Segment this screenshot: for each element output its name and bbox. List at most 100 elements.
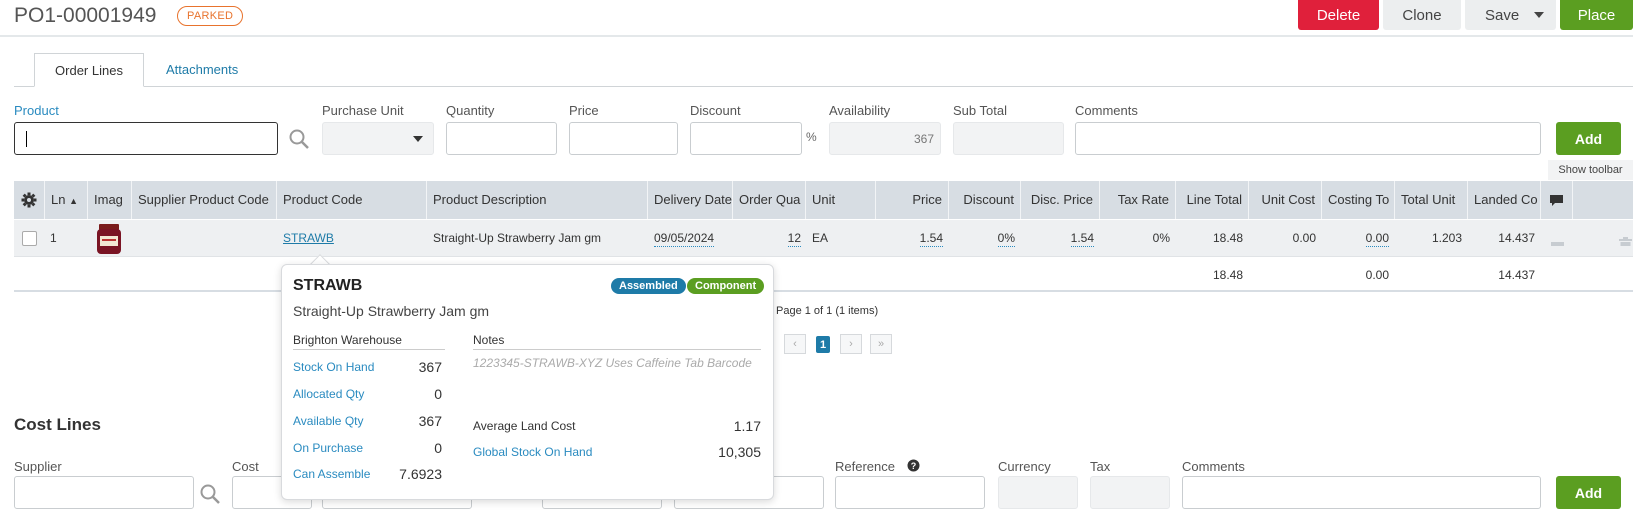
prev-page-button[interactable]: ‹ <box>784 334 806 354</box>
purchase-unit-label: Purchase Unit <box>322 103 404 118</box>
add-line-button[interactable]: Add <box>1556 122 1621 155</box>
product-code-link[interactable]: STRAWB <box>283 220 334 257</box>
availability-label: Availability <box>829 103 891 118</box>
save-label: Save <box>1485 6 1520 24</box>
col-image[interactable]: Imag <box>88 181 132 219</box>
row-unit: EA <box>812 231 829 245</box>
comment-icon <box>1550 194 1563 206</box>
chevron-down-icon <box>413 136 423 142</box>
col-comments[interactable] <box>1541 181 1573 219</box>
add-cost-line-button[interactable]: Add <box>1556 476 1621 509</box>
quantity-input[interactable] <box>446 122 557 155</box>
row-landed-cost: 14.437 <box>1498 231 1535 245</box>
show-toolbar-button[interactable]: Show toolbar <box>1548 160 1633 180</box>
col-costing-total[interactable]: Costing To <box>1322 181 1395 219</box>
col-unit[interactable]: Unit <box>806 181 876 219</box>
text-cursor <box>26 131 27 147</box>
allocated-qty-link[interactable]: Allocated Qty <box>293 387 364 401</box>
comments-input[interactable] <box>1075 122 1541 155</box>
next-page-button[interactable]: › <box>840 334 862 354</box>
delete-button[interactable]: Delete <box>1298 0 1379 30</box>
row-unit-cost: 0.00 <box>1292 231 1316 245</box>
supplier-input[interactable] <box>14 476 194 509</box>
discount-input[interactable] <box>690 122 802 155</box>
product-input[interactable] <box>14 122 278 155</box>
clone-button[interactable]: Clone <box>1383 0 1461 30</box>
col-disc-price[interactable]: Disc. Price <box>1021 181 1100 219</box>
global-stock-link[interactable]: Global Stock On Hand <box>473 445 592 459</box>
tab-attachments[interactable]: Attachments <box>166 62 238 77</box>
row-delivery-date[interactable]: 09/05/2024 <box>654 220 715 257</box>
col-line-total[interactable]: Line Total <box>1176 181 1249 219</box>
price-label: Price <box>569 103 599 118</box>
row-order-qty[interactable]: 12 <box>733 220 801 257</box>
totals-row: 18.48 0.00 14.437 <box>14 257 1633 292</box>
popover-description: Straight-Up Strawberry Jam gm <box>293 303 490 319</box>
col-supplier-product-code[interactable]: Supplier Product Code <box>132 181 277 219</box>
can-assemble-value: 7.6923 <box>399 466 442 482</box>
current-page[interactable]: 1 <box>816 336 830 353</box>
percent-suffix: % <box>806 130 817 144</box>
status-badge: PARKED <box>177 6 244 26</box>
last-page-button[interactable]: » <box>870 334 892 354</box>
place-button[interactable]: Place <box>1560 0 1633 30</box>
col-landed-cost[interactable]: Landed Co <box>1468 181 1541 219</box>
comment-icon[interactable] <box>1550 232 1566 246</box>
save-button[interactable]: Save <box>1465 0 1556 30</box>
row-disc-price[interactable]: 1.54 <box>1021 220 1094 257</box>
delivery-date-text: 09/05/2024 <box>654 231 715 247</box>
col-discount[interactable]: Discount <box>949 181 1021 219</box>
search-icon[interactable] <box>199 483 221 505</box>
product-thumbnail[interactable] <box>93 222 125 256</box>
total-costing-total: 0.00 <box>1365 268 1389 282</box>
double-chevron-right-icon: » <box>877 338 885 350</box>
row-ln: 1 <box>50 231 57 245</box>
row-price[interactable]: 1.54 <box>876 220 943 257</box>
warehouse-divider <box>293 349 445 350</box>
help-icon[interactable]: ? <box>907 459 920 472</box>
can-assemble-link[interactable]: Can Assemble <box>293 467 370 481</box>
cost-comments-input[interactable] <box>1182 476 1541 509</box>
row-line-total: 18.48 <box>1212 231 1243 245</box>
row-costing-total[interactable]: 0.00 <box>1322 220 1389 257</box>
chevron-down-icon[interactable] <box>1534 12 1544 18</box>
col-product-description[interactable]: Product Description <box>427 181 648 219</box>
col-unit-cost[interactable]: Unit Cost <box>1249 181 1322 219</box>
stock-on-hand-value: 367 <box>418 359 442 375</box>
col-ln[interactable]: Ln ▲ <box>45 181 88 219</box>
reference-input[interactable] <box>835 476 985 509</box>
warehouse-name: Brighton Warehouse <box>293 333 402 347</box>
col-tax-rate[interactable]: Tax Rate <box>1100 181 1176 219</box>
global-stock-value: 10,305 <box>718 444 761 460</box>
table-row[interactable]: 1 STRAWB Straight-Up Strawberry Jam gm 0… <box>14 220 1633 257</box>
on-purchase-link[interactable]: On Purchase <box>293 441 363 455</box>
tab-order-lines[interactable]: Order Lines <box>34 53 144 87</box>
purchase-unit-select[interactable] <box>322 122 434 155</box>
row-discount[interactable]: 0% <box>949 220 1015 257</box>
trash-icon[interactable] <box>1619 230 1633 246</box>
search-icon[interactable] <box>288 128 310 150</box>
col-total-unit[interactable]: Total Unit <box>1395 181 1468 219</box>
col-product-code[interactable]: Product Code <box>277 181 427 219</box>
grid-settings[interactable] <box>14 181 45 219</box>
price-text: 1.54 <box>919 231 943 247</box>
tab-divider <box>14 86 1633 87</box>
discount-text: 0% <box>997 231 1015 247</box>
product-popover: STRAWB Assembled Component Straight-Up S… <box>281 264 774 500</box>
quantity-label: Quantity <box>446 103 495 118</box>
col-price[interactable]: Price <box>876 181 949 219</box>
row-description: Straight-Up Strawberry Jam gm <box>433 231 602 245</box>
col-delivery-date[interactable]: Delivery Date <box>648 181 733 219</box>
grid-header: Ln ▲ Imag Supplier Product Code Product … <box>14 181 1633 219</box>
allocated-qty-value: 0 <box>434 386 442 402</box>
col-order-qty[interactable]: Order Qua <box>733 181 806 219</box>
available-qty-link[interactable]: Available Qty <box>293 414 363 428</box>
cost-label: Cost <box>232 459 259 474</box>
row-checkbox[interactable] <box>22 231 37 246</box>
currency-field <box>998 476 1078 509</box>
product-label: Product <box>14 103 59 118</box>
price-input[interactable] <box>569 122 678 155</box>
stock-on-hand-link[interactable]: Stock On Hand <box>293 360 374 374</box>
tax-label: Tax <box>1090 459 1111 474</box>
tax-field <box>1090 476 1170 509</box>
